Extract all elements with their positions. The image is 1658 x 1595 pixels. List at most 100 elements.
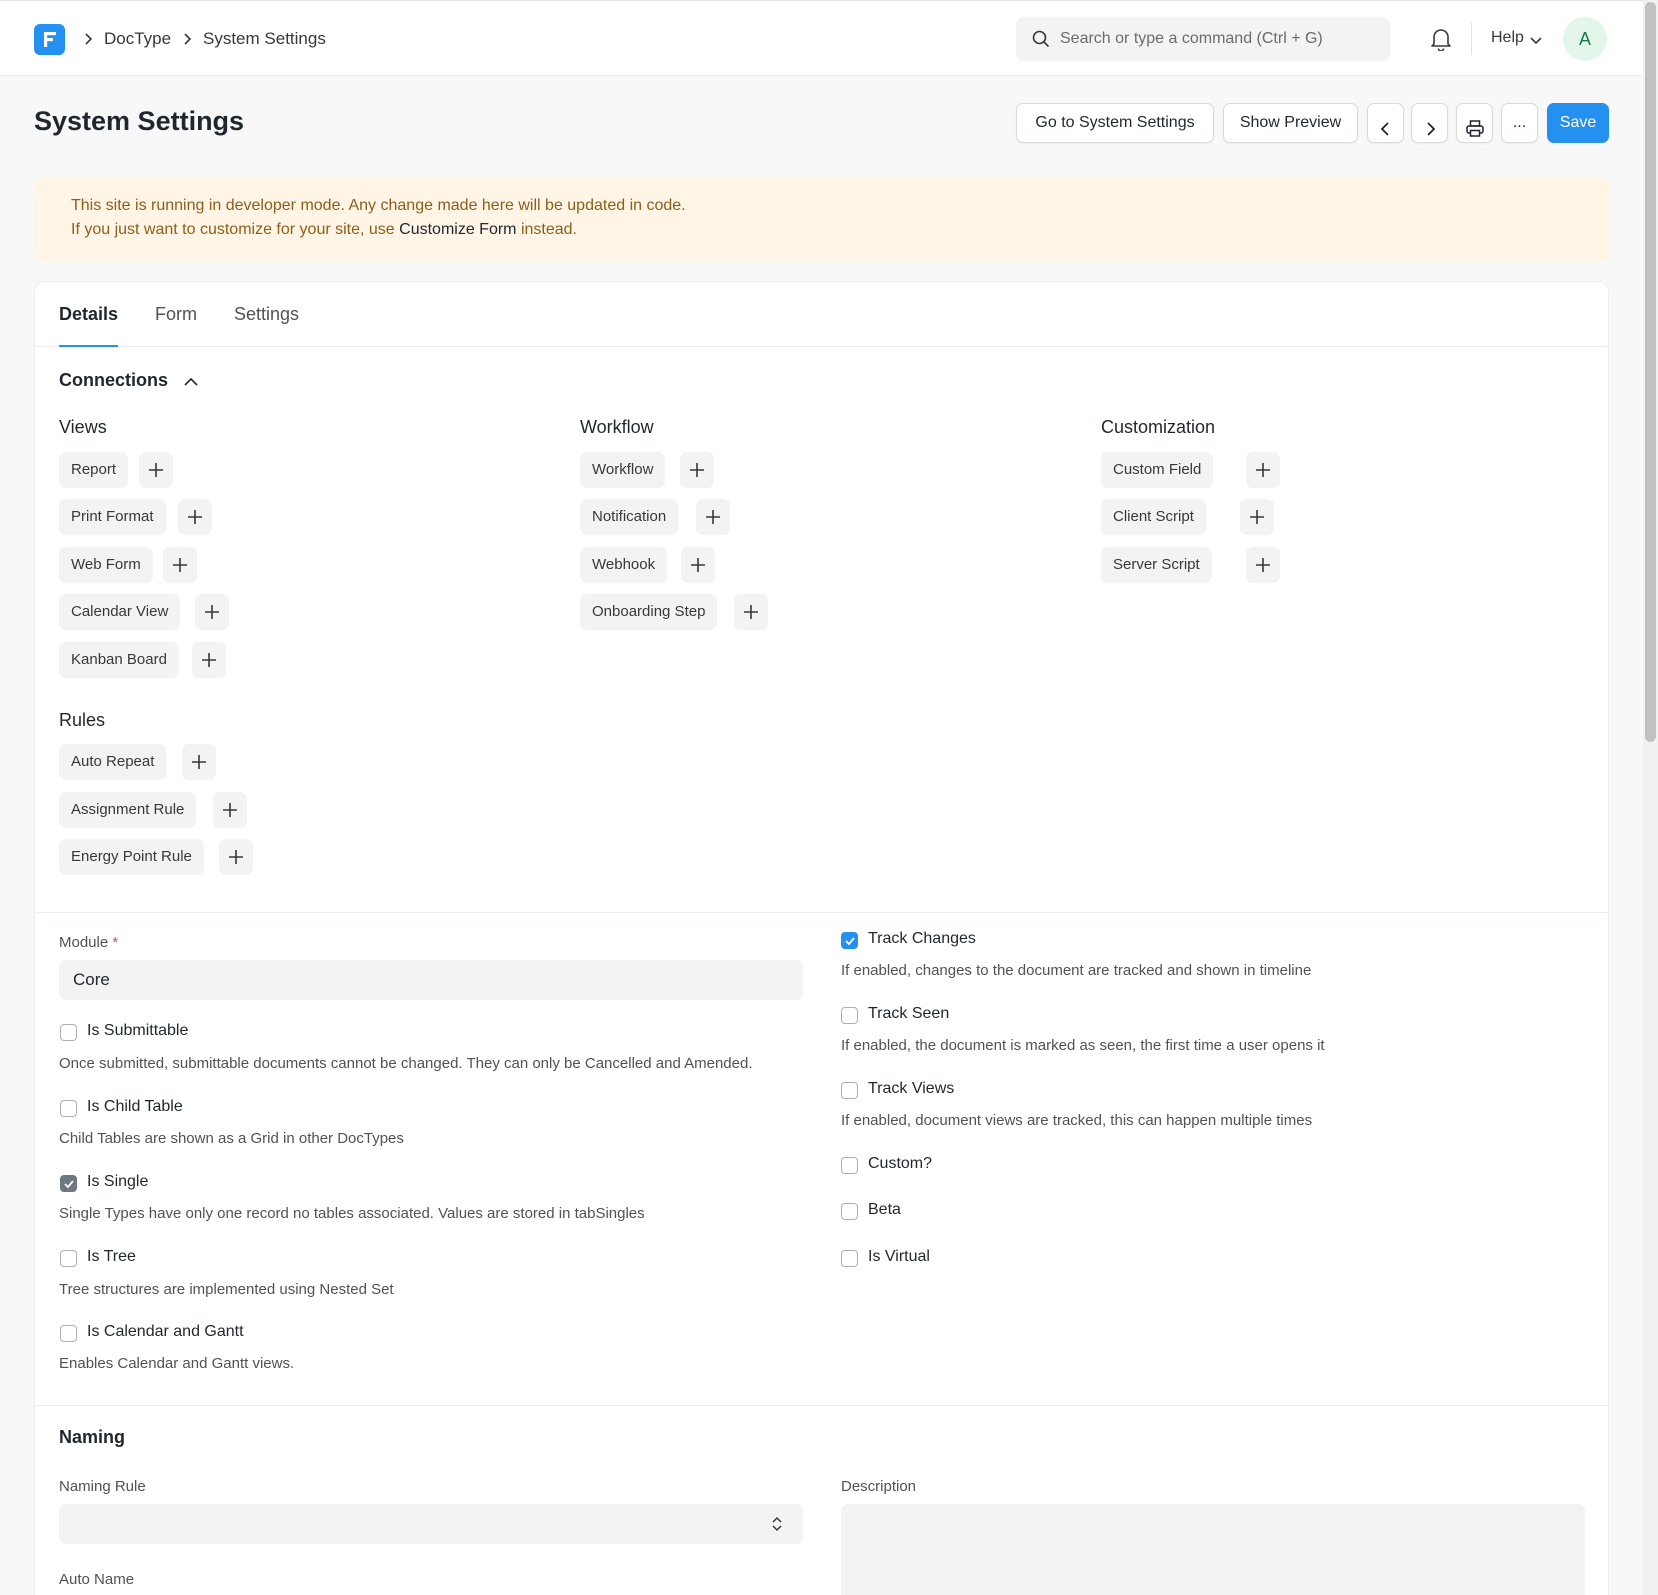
is-single-label[interactable]: Is Single <box>87 1173 148 1191</box>
connection-energy-point-rule[interactable]: Energy Point Rule <box>59 839 204 875</box>
chevron-left-icon <box>1380 121 1389 136</box>
go-to-system-settings-button[interactable]: Go to System Settings <box>1016 103 1214 143</box>
add-server-script-button[interactable] <box>1246 547 1280 583</box>
tab-form[interactable]: Form <box>155 304 197 325</box>
plus-icon <box>229 850 243 864</box>
save-button[interactable]: Save <box>1547 103 1609 143</box>
is-child-table-label[interactable]: Is Child Table <box>87 1098 183 1116</box>
is-tree-label[interactable]: Is Tree <box>87 1248 136 1266</box>
module-label: Module * <box>59 934 118 951</box>
module-label-text: Module <box>59 934 109 951</box>
connection-assignment-rule[interactable]: Assignment Rule <box>59 792 197 828</box>
add-auto-repeat-button[interactable] <box>182 744 216 780</box>
connection-calendar-view[interactable]: Calendar View <box>59 594 181 630</box>
add-web-form-button[interactable] <box>163 547 197 583</box>
is-single-description: Single Types have only one record no tab… <box>59 1205 645 1222</box>
chevron-up-icon[interactable] <box>183 376 199 388</box>
avatar[interactable]: A <box>1563 17 1607 61</box>
connection-webhook[interactable]: Webhook <box>580 547 668 583</box>
connections-title[interactable]: Connections <box>59 370 168 391</box>
add-print-format-button[interactable] <box>178 499 212 535</box>
track-seen-description: If enabled, the document is marked as se… <box>841 1037 1325 1054</box>
connection-custom-field[interactable]: Custom Field <box>1101 452 1214 488</box>
select-arrows-icon[interactable] <box>771 1515 783 1533</box>
page-title: System Settings <box>34 106 245 136</box>
add-assignment-rule-button[interactable] <box>213 792 247 828</box>
app-logo[interactable] <box>34 24 65 55</box>
connection-workflow[interactable]: Workflow <box>580 452 666 488</box>
is-calendar-and-gantt-checkbox[interactable] <box>60 1325 77 1342</box>
required-marker: * <box>112 934 119 951</box>
track-views-label[interactable]: Track Views <box>868 1080 954 1098</box>
customize-form-link[interactable]: Customize Form <box>399 221 516 238</box>
track-views-checkbox[interactable] <box>841 1082 858 1099</box>
is-calendar-and-gantt-label[interactable]: Is Calendar and Gantt <box>87 1323 244 1341</box>
module-field[interactable]: Core <box>59 960 803 1000</box>
is-child-table-checkbox[interactable] <box>60 1100 77 1117</box>
show-preview-button[interactable]: Show Preview <box>1223 103 1358 143</box>
is-submittable-label[interactable]: Is Submittable <box>87 1022 188 1040</box>
chevron-right-icon <box>85 33 93 45</box>
is-tree-description: Tree structures are implemented using Ne… <box>59 1281 394 1298</box>
add-webhook-button[interactable] <box>681 547 715 583</box>
add-report-button[interactable] <box>139 452 173 488</box>
connection-onboarding-step[interactable]: Onboarding Step <box>580 594 718 630</box>
track-seen-checkbox[interactable] <box>841 1007 858 1024</box>
add-workflow-button[interactable] <box>680 452 714 488</box>
is-virtual-checkbox[interactable] <box>841 1250 858 1267</box>
connection-server-script[interactable]: Server Script <box>1101 547 1212 583</box>
tab-details[interactable]: Details <box>59 304 118 325</box>
views-group-title: Views <box>59 417 107 437</box>
breadcrumb-system-settings[interactable]: System Settings <box>203 29 326 49</box>
naming-rule-select[interactable] <box>59 1504 803 1544</box>
search-icon <box>1032 30 1050 48</box>
tab-settings[interactable]: Settings <box>234 304 299 325</box>
help-menu[interactable]: Help <box>1491 29 1524 47</box>
track-seen-label[interactable]: Track Seen <box>868 1005 949 1023</box>
connection-client-script[interactable]: Client Script <box>1101 499 1206 535</box>
print-button[interactable] <box>1456 103 1493 143</box>
plus-icon <box>173 558 187 572</box>
connection-report[interactable]: Report <box>59 452 129 488</box>
add-client-script-button[interactable] <box>1240 499 1274 535</box>
chevron-right-icon <box>1426 121 1435 136</box>
beta-label[interactable]: Beta <box>868 1201 901 1219</box>
more-actions-button[interactable]: ... <box>1501 103 1538 143</box>
is-submittable-checkbox[interactable] <box>60 1024 77 1041</box>
previous-button[interactable] <box>1367 103 1404 143</box>
is-single-checkbox[interactable] <box>60 1175 77 1192</box>
add-calendar-view-button[interactable] <box>195 594 229 630</box>
plus-icon <box>706 510 720 524</box>
custom-label[interactable]: Custom? <box>868 1155 932 1173</box>
custom-checkbox[interactable] <box>841 1157 858 1174</box>
workflow-group-title: Workflow <box>580 417 654 437</box>
add-notification-button[interactable] <box>696 499 730 535</box>
connection-web-form[interactable]: Web Form <box>59 547 153 583</box>
is-virtual-label[interactable]: Is Virtual <box>868 1248 930 1266</box>
description-textarea[interactable] <box>841 1504 1585 1595</box>
connection-notification[interactable]: Notification <box>580 499 679 535</box>
beta-checkbox[interactable] <box>841 1203 858 1220</box>
search-input[interactable] <box>1060 17 1380 61</box>
add-onboarding-step-button[interactable] <box>734 594 768 630</box>
add-kanban-board-button[interactable] <box>192 642 226 678</box>
track-changes-label[interactable]: Track Changes <box>868 930 976 948</box>
plus-icon <box>1256 463 1270 477</box>
search-bar[interactable] <box>1016 17 1390 61</box>
is-child-table-description: Child Tables are shown as a Grid in othe… <box>59 1130 404 1147</box>
chevron-down-icon[interactable] <box>1530 35 1542 45</box>
plus-icon <box>192 755 206 769</box>
section-divider <box>35 1405 1608 1406</box>
breadcrumb-doctype[interactable]: DocType <box>104 29 171 49</box>
next-button[interactable] <box>1411 103 1448 143</box>
connection-auto-repeat[interactable]: Auto Repeat <box>59 744 167 780</box>
track-changes-checkbox[interactable] <box>841 932 858 949</box>
is-tree-checkbox[interactable] <box>60 1250 77 1267</box>
add-energy-point-rule-button[interactable] <box>219 839 253 875</box>
connection-kanban-board[interactable]: Kanban Board <box>59 642 179 678</box>
scrollbar-thumb[interactable] <box>1645 2 1656 742</box>
connection-print-format[interactable]: Print Format <box>59 499 166 535</box>
plus-icon <box>1256 558 1270 572</box>
add-custom-field-button[interactable] <box>1246 452 1280 488</box>
bell-icon[interactable] <box>1430 27 1452 51</box>
